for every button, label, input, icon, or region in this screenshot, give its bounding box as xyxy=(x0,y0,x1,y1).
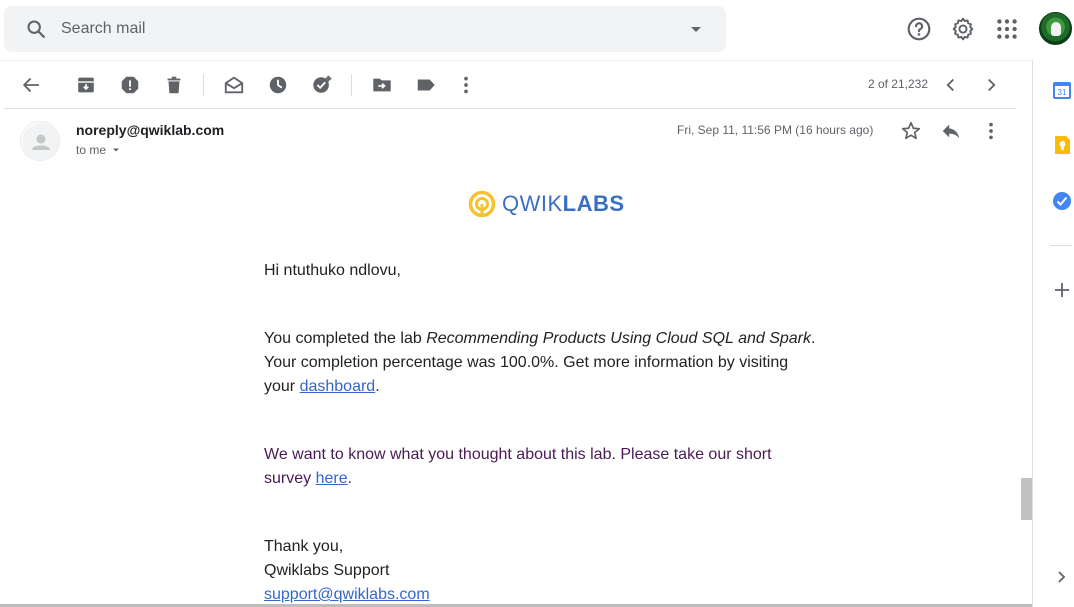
account-avatar[interactable] xyxy=(1039,12,1072,45)
search-bar[interactable]: Search mail xyxy=(4,6,726,52)
side-panel-divider xyxy=(1032,60,1033,607)
more-vert-icon[interactable] xyxy=(455,74,477,96)
pagination-count: 2 of 21,232 xyxy=(867,77,928,91)
settings-gear-icon[interactable] xyxy=(950,16,976,42)
support-email-link[interactable]: support@qwiklabs.com xyxy=(264,586,430,603)
logo-wordmark: QWIKLABS xyxy=(502,191,625,216)
delete-icon[interactable] xyxy=(163,74,185,96)
recipients-label: to me xyxy=(76,143,107,157)
dashboard-link[interactable]: dashboard xyxy=(300,378,376,395)
sender-avatar[interactable] xyxy=(20,121,60,161)
move-to-icon[interactable] xyxy=(371,74,393,96)
dropdown-arrow-icon[interactable] xyxy=(684,17,708,41)
header-divider xyxy=(0,60,1032,61)
closing-text: Thank you, xyxy=(264,538,344,555)
search-icon[interactable] xyxy=(25,18,47,40)
signature-name: Qwiklabs Support xyxy=(264,562,390,579)
reply-icon[interactable] xyxy=(940,120,962,142)
keep-icon[interactable] xyxy=(1052,135,1072,155)
expand-chevron-icon[interactable] xyxy=(1052,567,1072,587)
completion-paragraph: You completed the lab Recommending Produ… xyxy=(264,330,816,395)
search-input[interactable]: Search mail xyxy=(61,20,684,38)
toolbar-separator xyxy=(203,74,204,96)
message-date: Fri, Sep 11, 11:56 PM (16 hours ago) xyxy=(677,123,874,137)
signature-block: Thank you, Qwiklabs Support support@qwik… xyxy=(264,535,824,607)
snooze-icon[interactable] xyxy=(267,74,289,96)
more-vert-icon[interactable] xyxy=(980,120,1002,142)
mark-unread-icon[interactable] xyxy=(223,74,245,96)
add-to-tasks-icon[interactable] xyxy=(311,74,333,96)
star-icon[interactable] xyxy=(900,120,922,142)
chevron-left-icon[interactable] xyxy=(940,74,962,96)
label-icon[interactable] xyxy=(415,74,437,96)
svg-text:31: 31 xyxy=(1058,88,1067,97)
back-arrow-icon[interactable] xyxy=(20,74,42,96)
scrollbar-thumb[interactable] xyxy=(1021,478,1032,520)
greeting: Hi ntuthuko ndlovu, xyxy=(264,262,401,279)
qwiklabs-logo-icon xyxy=(468,190,496,218)
person-icon xyxy=(22,123,59,160)
calendar-icon[interactable]: 31 xyxy=(1052,80,1072,100)
dropdown-arrow-icon[interactable] xyxy=(110,144,122,156)
qwiklabs-logo: QWIKLABS xyxy=(468,190,625,218)
add-icon[interactable] xyxy=(1052,280,1072,300)
archive-icon[interactable] xyxy=(75,74,97,96)
side-panel-separator xyxy=(1050,245,1072,246)
sender-email[interactable]: noreply@qwiklab.com xyxy=(76,122,224,138)
toolbar-divider xyxy=(4,108,1016,109)
apps-grid-icon[interactable] xyxy=(994,16,1020,42)
help-icon[interactable] xyxy=(906,16,932,42)
chevron-right-icon[interactable] xyxy=(980,74,1002,96)
report-spam-icon[interactable] xyxy=(119,74,141,96)
survey-paragraph: We want to know what you thought about t… xyxy=(264,446,772,487)
tasks-icon[interactable] xyxy=(1052,191,1072,211)
survey-link[interactable]: here xyxy=(316,470,348,487)
lab-title: Recommending Products Using Cloud SQL an… xyxy=(426,330,811,347)
recipients-toggle[interactable]: to me xyxy=(76,143,122,157)
toolbar-separator xyxy=(351,74,352,96)
